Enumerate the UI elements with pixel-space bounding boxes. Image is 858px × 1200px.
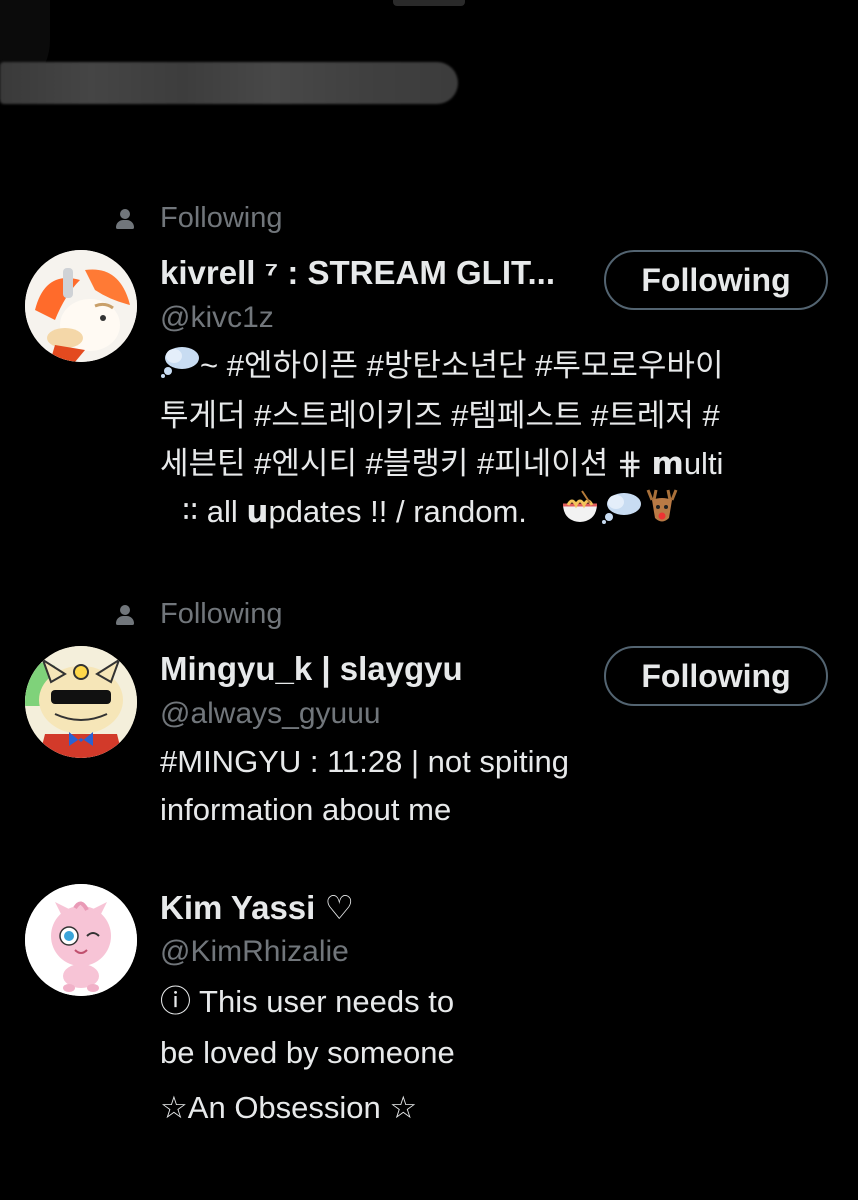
deer-icon: [642, 488, 682, 540]
avatar-kim-icon: [25, 884, 137, 996]
bio-line: be loved by someone: [160, 1035, 455, 1070]
avatar[interactable]: [25, 646, 137, 758]
avatar[interactable]: [25, 250, 137, 362]
device-notch: [393, 0, 465, 6]
user-bio: ~ #엔하이픈 #방탄소년단 #투모로우바이 투게더 #스트레이키즈 #템페스트…: [160, 342, 723, 540]
bio-line: #MINGYU : 11:28 | not spiting: [160, 744, 569, 779]
following-button[interactable]: Following: [604, 250, 828, 310]
blurred-header: [0, 62, 458, 104]
bio-text: ~ #엔하이픈 #방탄소년단 #투모로우바이: [200, 348, 724, 383]
bio-line: 세븐틴 #엔시티 #블랭키 #피네이션 ⋕ 𝗺ulti: [160, 445, 724, 481]
user-bio: ⓘ This user needs to be loved by someone…: [160, 976, 455, 1133]
avatar[interactable]: [25, 884, 137, 996]
bio-line: ∶∶ all 𝘂pdates !! / random.: [160, 488, 723, 540]
social-context: Following: [114, 598, 283, 631]
bio-line: 투게더 #스트레이키즈 #템페스트 #트레저 #: [160, 397, 720, 433]
screen: Following kivrell ⁷ : STREAM GLIT... @ki…: [0, 0, 858, 1200]
user-handle[interactable]: @KimRhizalie: [160, 935, 349, 969]
social-context-label: Following: [160, 598, 283, 630]
display-name[interactable]: Mingyu_k | slaygyu: [160, 650, 463, 688]
user-bio: #MINGYU : 11:28 | not spiting informatio…: [160, 738, 569, 834]
person-icon: [114, 208, 136, 230]
display-name[interactable]: Kim Yassi ♡: [160, 888, 354, 927]
following-button[interactable]: Following: [604, 646, 828, 706]
user-handle[interactable]: @kivc1z: [160, 301, 274, 335]
user-handle[interactable]: @always_gyuuu: [160, 697, 381, 731]
bio-text: ∶∶ all 𝘂pdates !! / random.: [182, 494, 527, 529]
bio-line: information about me: [160, 792, 452, 827]
thought-bubble-icon: [160, 344, 200, 392]
bio-line: ☆An Obsession ☆: [160, 1090, 418, 1125]
display-name[interactable]: kivrell ⁷ : STREAM GLIT...: [160, 254, 555, 292]
avatar-mingyu-icon: [25, 646, 137, 758]
social-context: Following: [114, 202, 283, 235]
social-context-label: Following: [160, 202, 283, 234]
bio-line: ~ #엔하이픈 #방탄소년단 #투모로우바이: [160, 342, 723, 392]
person-icon: [114, 604, 136, 626]
ramen-bowl-icon: [560, 489, 600, 539]
bio-line: ⓘ This user needs to: [160, 984, 455, 1019]
avatar-kivrell-icon: [25, 250, 137, 362]
thought-bubble-icon: [600, 490, 642, 538]
